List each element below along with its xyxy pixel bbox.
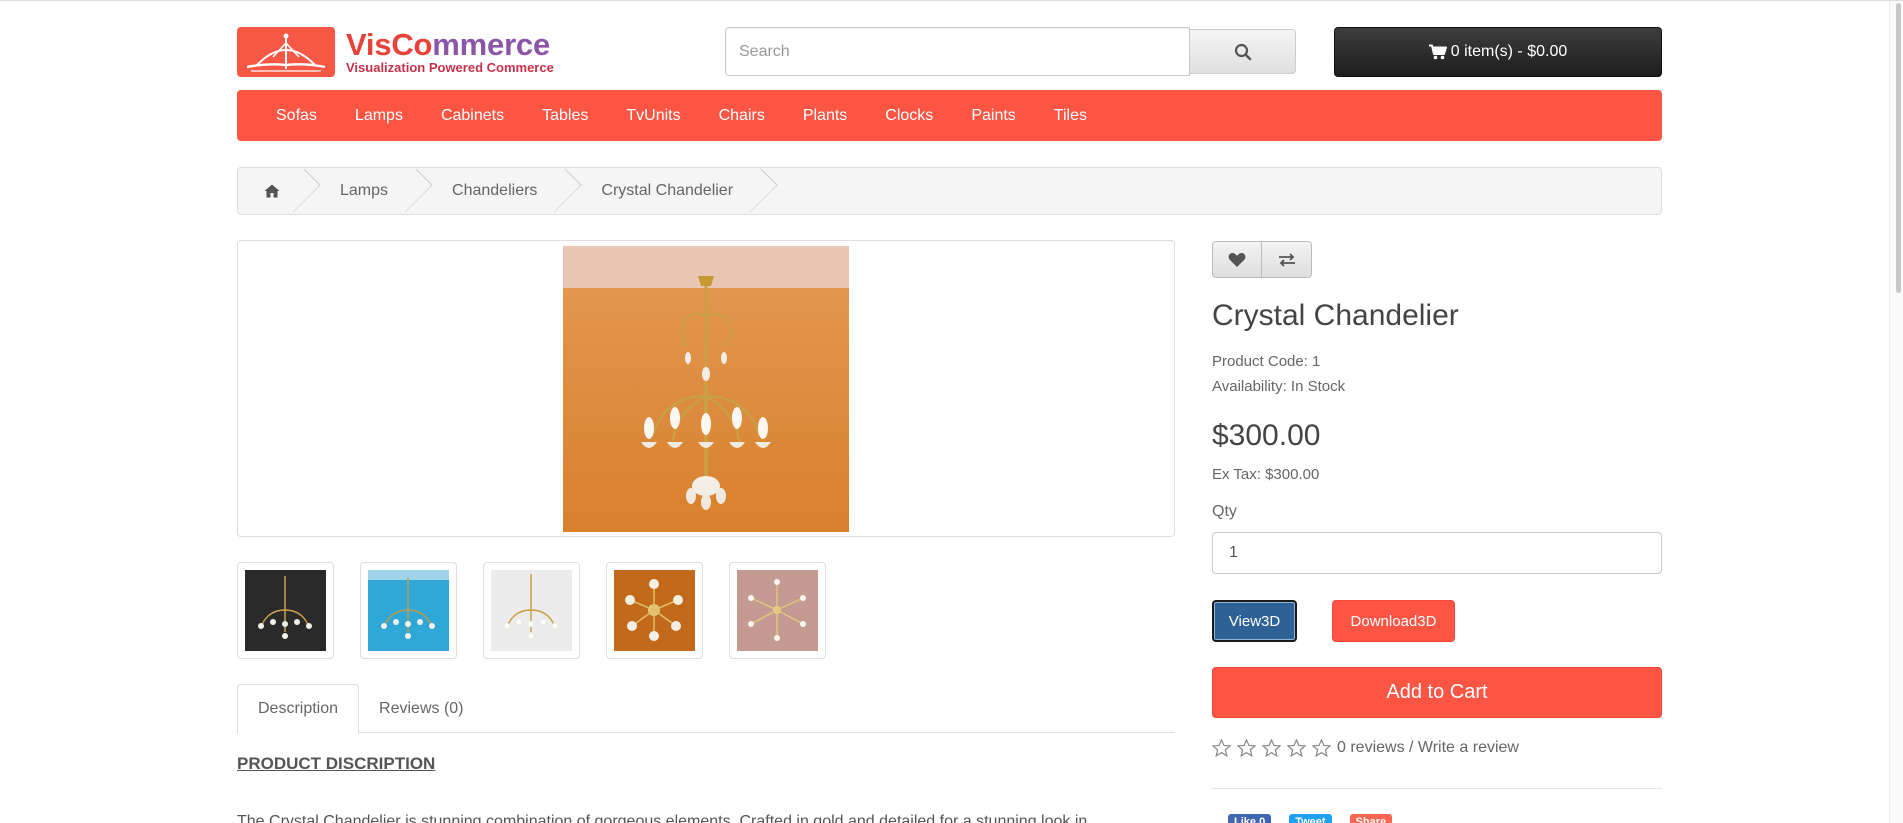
product-availability: Availability: In Stock (1212, 378, 1346, 395)
search-input[interactable] (725, 27, 1190, 76)
share-button[interactable]: Share (1349, 814, 1393, 823)
product-price: $300.00 (1212, 419, 1321, 452)
menu-item-plants[interactable]: Plants (784, 90, 866, 141)
page: VisCommerce Visualization Powered Commer… (0, 0, 1903, 823)
tab-description[interactable]: Description (237, 684, 360, 734)
product-rating: 0 reviews / Write a review (1212, 739, 1519, 757)
star-empty-icon (1212, 739, 1231, 757)
heart-icon (1228, 252, 1246, 267)
menu-item-tiles[interactable]: Tiles (1035, 90, 1106, 141)
product-title: Crystal Chandelier (1212, 299, 1459, 332)
page-scrollbar[interactable] (1889, 1, 1903, 823)
facebook-like-button[interactable]: Like 0 (1228, 814, 1272, 823)
wishlist-compare-group (1212, 241, 1312, 278)
search-button[interactable] (1190, 29, 1296, 74)
breadcrumb: Lamps Chandeliers Crystal Chandelier (237, 167, 1662, 215)
menu-item-tvunits[interactable]: TvUnits (607, 90, 699, 141)
exchange-icon (1278, 252, 1295, 267)
breadcrumb-home[interactable] (238, 168, 306, 214)
cart-summary: 0 item(s) - $0.00 (1450, 43, 1568, 60)
cart-button[interactable]: 0 item(s) - $0.00 (1334, 27, 1662, 77)
menu-item-tables[interactable]: Tables (523, 90, 607, 141)
thumbnail-strip (237, 562, 826, 659)
breadcrumb-chandeliers[interactable]: Chandeliers (418, 168, 567, 214)
logo-mark (237, 27, 335, 77)
shopping-cart-icon (1428, 44, 1447, 60)
menu-item-paints[interactable]: Paints (952, 90, 1034, 141)
logo-name-part2: mmerce (432, 27, 551, 62)
description-heading: PRODUCT DISCRIPTION (237, 754, 436, 773)
thumbnail-5[interactable] (729, 562, 826, 659)
menu-item-lamps[interactable]: Lamps (336, 90, 422, 141)
view3d-button[interactable]: View3D (1212, 600, 1297, 642)
main-product-image[interactable] (563, 246, 849, 532)
qty-input[interactable] (1212, 532, 1662, 574)
add-to-wishlist-button[interactable] (1212, 241, 1262, 278)
category-menu: Sofas Lamps Cabinets Tables TvUnits Chai… (237, 90, 1662, 141)
product-meta: Product Code: 1 Availability: In Stock (1212, 349, 1345, 399)
search-icon (1234, 43, 1251, 60)
logo-tagline: Visualization Powered Commerce (346, 60, 554, 75)
star-empty-icon (1262, 739, 1281, 757)
logo-name-part1: VisCo (346, 27, 433, 62)
star-empty-icon (1312, 739, 1331, 757)
scrollbar-thumb[interactable] (1896, 3, 1901, 293)
rating-stars (1212, 739, 1331, 757)
product-tabs: Description Reviews (0) (237, 684, 1175, 734)
main-product-image-frame[interactable] (237, 240, 1175, 537)
thumbnail-4[interactable] (606, 562, 703, 659)
thumbnail-2[interactable] (360, 562, 457, 659)
menu-item-cabinets[interactable]: Cabinets (422, 90, 523, 141)
download3d-button[interactable]: Download3D (1332, 600, 1455, 642)
breadcrumb-current[interactable]: Crystal Chandelier (567, 168, 763, 214)
description-text: The Crystal Chandelier is stunning combi… (237, 813, 1088, 823)
compare-button[interactable] (1262, 241, 1312, 278)
site-logo[interactable]: VisCommerce Visualization Powered Commer… (237, 27, 567, 77)
menu-item-chairs[interactable]: Chairs (700, 90, 784, 141)
social-buttons: Like 0 Tweet Share (1228, 814, 1393, 823)
home-icon (264, 184, 280, 198)
thumbnail-3[interactable] (483, 562, 580, 659)
tab-reviews[interactable]: Reviews (0) (359, 684, 483, 733)
breadcrumb-lamps[interactable]: Lamps (306, 168, 418, 214)
tweet-button[interactable]: Tweet (1289, 814, 1332, 823)
reviews-link[interactable]: 0 reviews / Write a review (1337, 739, 1519, 757)
product-code: Product Code: 1 (1212, 353, 1321, 370)
menu-item-sofas[interactable]: Sofas (257, 90, 336, 141)
divider (1212, 788, 1662, 789)
star-empty-icon (1287, 739, 1306, 757)
qty-label: Qty (1212, 503, 1237, 520)
menu-item-clocks[interactable]: Clocks (866, 90, 952, 141)
price-ex-tax: Ex Tax: $300.00 (1212, 466, 1320, 483)
thumbnail-1[interactable] (237, 562, 334, 659)
search-bar (725, 27, 1296, 76)
add-to-cart-button[interactable]: Add to Cart (1212, 667, 1662, 718)
star-empty-icon (1237, 739, 1256, 757)
